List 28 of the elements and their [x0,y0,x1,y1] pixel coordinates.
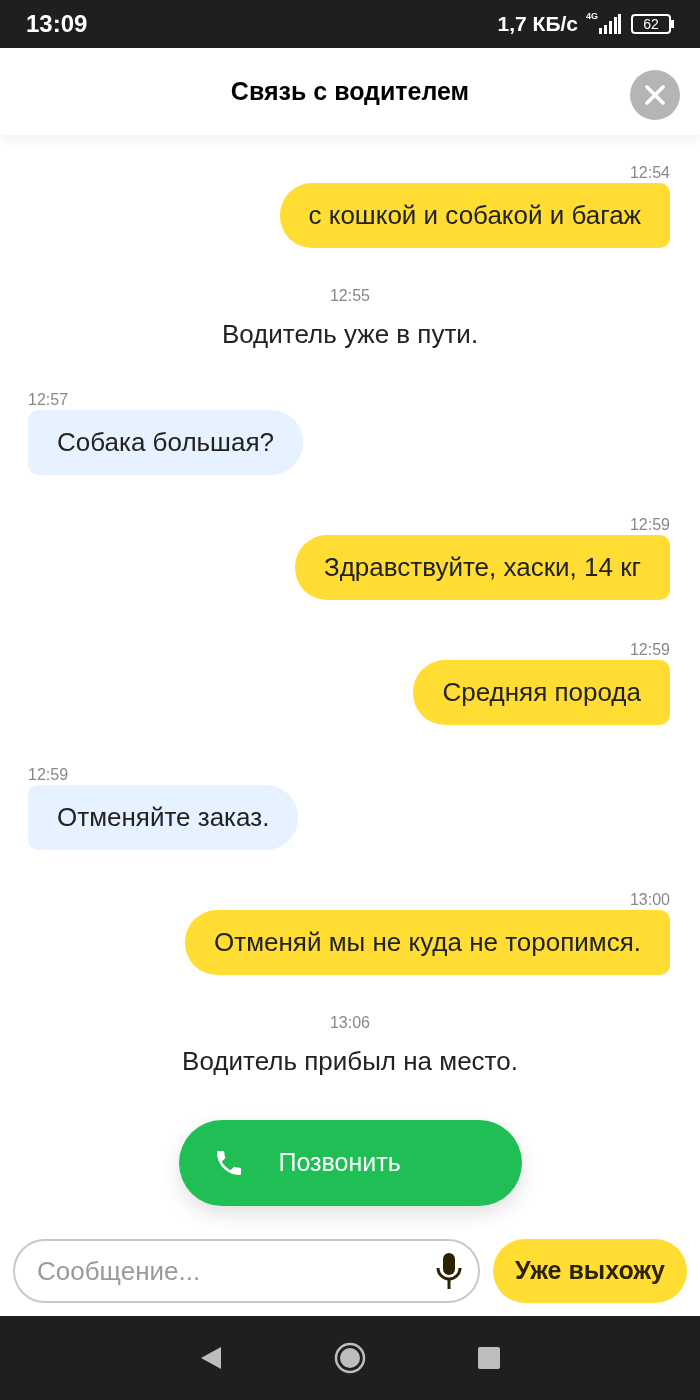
header-title: Связь с водителем [230,75,470,107]
signal-icon [599,14,621,34]
message-time: 12:59 [629,640,670,660]
outgoing-message: Отменяй мы не куда не торопимся. [185,910,670,975]
incoming-message: Отменяйте заказ. [28,785,299,850]
battery-icon: 62 [631,14,674,34]
microphone-icon[interactable] [435,1253,462,1289]
back-icon[interactable] [200,1346,222,1370]
outgoing-message: Здравствуйте, хаски, 14 кг [294,535,670,600]
home-icon[interactable] [334,1342,366,1374]
message-time: 12:59 [28,765,69,785]
clock: 13:09 [26,9,88,39]
message-time: 12:55 [329,286,370,306]
outgoing-message: Средняя порода [413,660,670,725]
message-time: 12:57 [28,390,69,410]
message-time: 12:54 [629,163,670,183]
message-field[interactable]: Сообщение... [13,1239,480,1303]
close-icon [645,85,665,105]
message-time: 13:00 [629,890,670,910]
network-type: 4G [586,10,598,23]
message-time: 13:06 [329,1013,370,1033]
network-speed: 1,7 КБ/с [497,11,578,38]
outgoing-message: с кошкой и собакой и багаж [279,183,670,248]
message-time: 12:59 [629,515,670,535]
quick-reply-button[interactable]: Уже выхожу [492,1239,687,1303]
incoming-message: Собака большая? [28,410,303,475]
status-message: Водитель прибыл на место. [182,1045,518,1077]
status-message: Водитель уже в пути. [221,318,479,350]
